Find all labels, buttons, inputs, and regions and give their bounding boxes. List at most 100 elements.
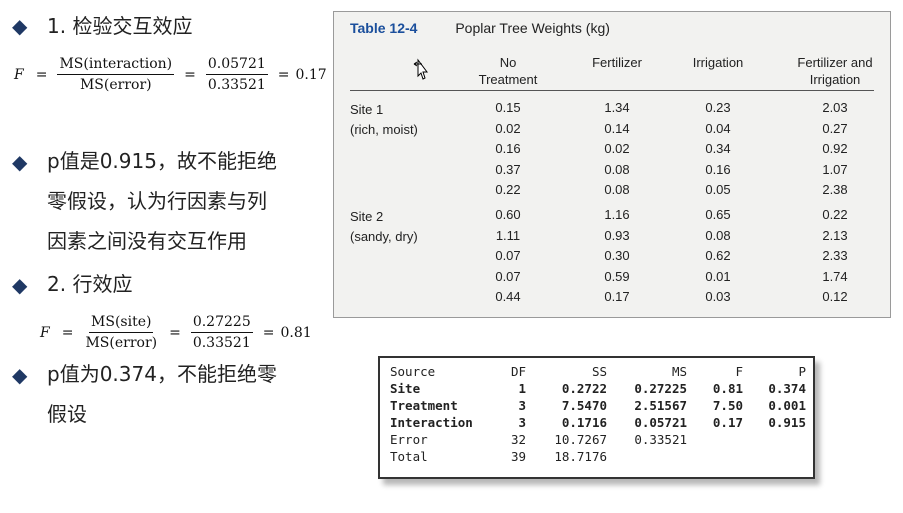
table-cell: 0.92 [822, 141, 848, 156]
anova-cell-p: 0.001 [768, 398, 806, 413]
table-cell: 2.03 [822, 100, 848, 115]
anova-cell-df: 39 [510, 449, 526, 464]
table-cell: 0.08 [705, 227, 731, 243]
anova-cell-f: 7.50 [712, 398, 743, 413]
table-cell: 0.60 [495, 207, 521, 222]
site2-label: Site 2 (sandy, dry) [350, 209, 418, 244]
table-cell: 0.30 [604, 248, 630, 263]
table-cell: 1.74 [822, 268, 848, 284]
table-cell: 0.14 [604, 120, 630, 136]
table-cell: 0.65 [705, 207, 731, 222]
anova-row: Treatment 3 7.5470 2.51567 7.50 0.001 [390, 398, 806, 415]
anova-cell-source: Source [390, 364, 436, 379]
column-header-fertilizer: Fertilizer [592, 55, 642, 70]
anova-cell-ms: 0.05721 [634, 415, 687, 430]
table-cell: 0.16 [495, 141, 521, 156]
table-cell: 0.02 [495, 120, 521, 136]
anova-cell-ss: SS [591, 364, 607, 379]
anova-header-row: Source DF SS MS F P [390, 364, 806, 381]
frac-num-ms-interaction: MS(interaction) [57, 56, 175, 75]
formula-f-symbol: F [40, 324, 50, 341]
anova-row: Total 39 18.7176 [390, 449, 806, 466]
formula-site-f: F = MS(site) MS(error) = 0.27225 0.33521 =… [40, 314, 312, 351]
heading-row-effect: 2. 行效应 [47, 272, 133, 296]
anova-cell-source: Treatment [390, 398, 458, 413]
text-p-value-interaction-1: p值是0.915，故不能拒绝 [47, 149, 277, 173]
anova-cell-ms: 2.51567 [634, 398, 687, 413]
text-p-value-site-2: 假设 [47, 402, 87, 426]
anova-cell-df: DF [510, 364, 526, 379]
anova-cell-ss: 7.5470 [561, 398, 607, 413]
formula-result: 0.17 [295, 66, 327, 83]
table-title: Poplar Tree Weights (kg) [455, 20, 610, 36]
move-cursor-icon [413, 58, 428, 80]
table-cell: 0.44 [495, 289, 521, 304]
table-cell: 0.62 [705, 248, 731, 263]
anova-cell-source: Interaction [390, 415, 473, 430]
anova-cell-p: 0.915 [768, 415, 806, 430]
table-cell: 2.13 [822, 227, 848, 243]
text-p-value-interaction-2: 零假设，认为行因素与列 [47, 189, 267, 213]
bullet-diamond-icon: ◆ [12, 14, 28, 38]
table-cell: 0.05 [705, 182, 731, 197]
formula-f-symbol: F [14, 66, 24, 83]
table-cell: 0.17 [604, 289, 630, 304]
frac-num-ms-site: MS(site) [89, 314, 154, 333]
frac-den-ms-error: MS(error) [85, 335, 158, 351]
anova-cell-ms: 0.27225 [634, 381, 687, 396]
text-p-value-site-1: p值为0.374，不能拒绝零 [47, 362, 277, 386]
table-caption: Table 12-4 Poplar Tree Weights (kg) [350, 20, 610, 36]
column-header-no-treatment: No Treatment [478, 55, 538, 87]
anova-cell-df: 32 [510, 432, 526, 447]
table-cell: 0.27 [822, 120, 848, 136]
bullet-diamond-icon: ◆ [12, 273, 28, 297]
table-cell: 0.37 [495, 161, 521, 177]
frac-den-value: 0.33521 [192, 335, 251, 351]
header-divider [350, 90, 874, 91]
anova-cell-source: Site [390, 381, 421, 396]
formula-interaction-f: F = MS(interaction) MS(error) = 0.05721 0.… [14, 56, 327, 93]
anova-cell-df: 1 [518, 381, 526, 396]
anova-cell-ss: 10.7267 [554, 432, 607, 447]
column-header-irrigation: Irrigation [692, 55, 744, 70]
table-cell: 0.07 [495, 268, 521, 284]
table-cell: 0.02 [604, 141, 630, 156]
table-cell: 2.38 [822, 182, 848, 197]
anova-cell-ss: 0.2722 [561, 381, 607, 396]
table-cell: 0.03 [705, 289, 731, 304]
table-cell: 0.23 [705, 100, 731, 115]
anova-cell-f: F [735, 364, 743, 379]
anova-row: Site 1 0.2722 0.27225 0.81 0.374 [390, 381, 806, 398]
table-cell: 0.22 [822, 207, 848, 222]
anova-cell-ms: MS [671, 364, 687, 379]
anova-cell-ss: 0.1716 [561, 415, 607, 430]
anova-cell-df: 3 [518, 415, 526, 430]
table-cell: 1.11 [495, 227, 521, 243]
table-cell: 0.59 [604, 268, 630, 284]
column-header-fert-irrigation: Fertilizer and Irrigation [797, 55, 873, 87]
anova-cell-ms: 0.33521 [634, 432, 687, 447]
table-cell: 0.08 [604, 182, 630, 197]
table-cell: 0.08 [604, 161, 630, 177]
frac-num-value: 0.27225 [190, 314, 253, 333]
formula-result: 0.81 [280, 324, 312, 341]
anova-cell-p: P [798, 364, 806, 379]
heading-interaction-test: 1. 检验交互效应 [47, 14, 193, 38]
frac-den-value: 0.33521 [207, 77, 266, 93]
anova-cell-f: 0.17 [712, 415, 743, 430]
anova-output: Source DF SS MS F P Site 1 0.2722 0.27225 0.81 0.37… [378, 356, 815, 479]
table-cell: 1.07 [822, 161, 848, 177]
anova-cell-source: Error [390, 432, 428, 447]
table-cell: 0.04 [705, 120, 731, 136]
anova-cell-ss: 18.7176 [554, 449, 607, 464]
table-cell: 1.16 [604, 207, 630, 222]
anova-row: Interaction 3 0.1716 0.05721 0.17 0.915 [390, 415, 806, 432]
text-p-value-interaction-3: 因素之间没有交互作用 [47, 229, 247, 253]
table-cell: 0.34 [705, 141, 731, 156]
table-cell: 0.15 [495, 100, 521, 115]
table-cell: 1.34 [604, 100, 630, 115]
site1-label: Site 1 (rich, moist) [350, 102, 418, 137]
table-cell: 0.01 [705, 268, 731, 284]
table-cell: 2.33 [822, 248, 848, 263]
table-cell: 0.16 [705, 161, 731, 177]
